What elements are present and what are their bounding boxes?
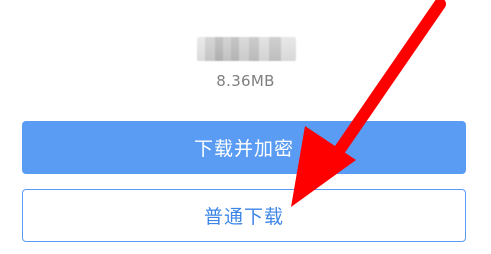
download-and-encrypt-button[interactable]: 下载并加密 <box>22 121 466 174</box>
file-size-label: 8.36MB <box>216 72 275 90</box>
blurred-app-name <box>197 37 296 61</box>
normal-download-label: 普通下载 <box>203 206 284 228</box>
download-dialog: 8.36MB 下载并加密 普通下载 <box>0 0 491 254</box>
download-and-encrypt-label: 下载并加密 <box>193 138 294 160</box>
normal-download-button[interactable]: 普通下载 <box>22 189 466 242</box>
